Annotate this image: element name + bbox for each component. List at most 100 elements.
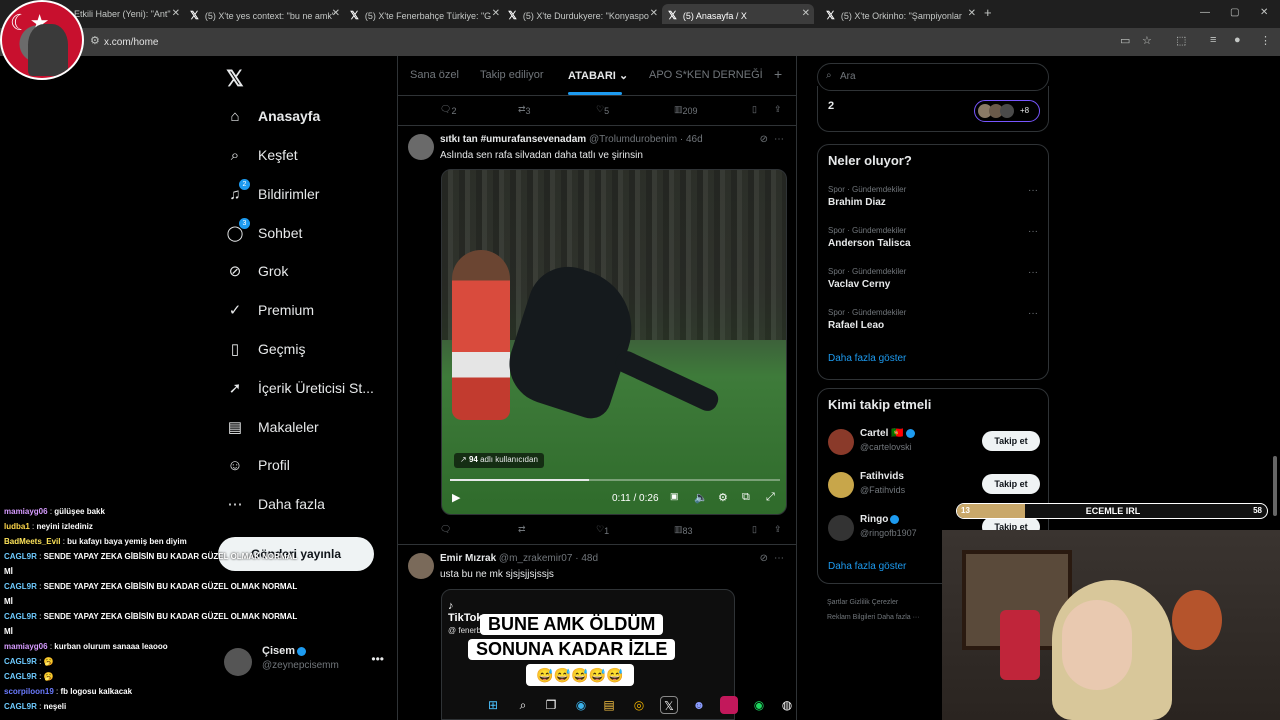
- avatar[interactable]: [408, 553, 434, 579]
- tab-for-you[interactable]: Sana özel: [410, 69, 459, 81]
- chat-username[interactable]: CAGL9R: [4, 657, 37, 666]
- obs-icon[interactable]: ◍: [778, 696, 796, 714]
- sidebar-item-home[interactable]: ⌂ Anasayfa: [226, 104, 320, 128]
- task-view-icon[interactable]: ❐: [542, 696, 560, 714]
- site-info-icon[interactable]: ⚙: [90, 34, 100, 47]
- tab-list[interactable]: APO S*KEN DERNEĞİ: [649, 69, 763, 81]
- sidebar-item-rocket[interactable]: ➚ İçerik Üreticisi St...: [226, 376, 374, 400]
- chrome-icon[interactable]: ◎: [630, 696, 648, 714]
- avatar[interactable]: [408, 134, 434, 160]
- chat-username[interactable]: CAGL9R: [4, 612, 37, 621]
- more-icon[interactable]: ⋯: [774, 134, 784, 145]
- sidebar-item-bell[interactable]: ♫ 2 Bildirimler: [226, 179, 319, 206]
- close-icon[interactable]: ✕: [650, 8, 658, 19]
- browser-tab-active[interactable]: 𝕏 (5) Anasayfa / X ✕: [662, 4, 814, 24]
- chat-username[interactable]: BadMeets_Evil: [4, 537, 60, 546]
- more-icon[interactable]: ···: [1028, 226, 1038, 237]
- close-icon[interactable]: ✕: [968, 8, 976, 19]
- trend-name[interactable]: Brahim Diaz: [828, 197, 886, 208]
- show-more-link[interactable]: Daha fazla göster: [828, 353, 906, 364]
- add-tab-icon[interactable]: +: [774, 66, 782, 82]
- like-button[interactable]: ♡ 1: [596, 524, 609, 536]
- edge-icon[interactable]: ◉: [572, 696, 590, 714]
- author-name[interactable]: Emir Mızrak: [440, 553, 496, 564]
- app-icon[interactable]: [720, 696, 738, 714]
- sidebar-item-grok[interactable]: ⊘ Grok: [226, 259, 289, 283]
- sidebar-item-article[interactable]: ▤ Makaleler: [226, 415, 319, 439]
- follow-suggestion[interactable]: Fatihvids @Fatihvids Takip et: [828, 470, 1040, 500]
- search-icon[interactable]: ⌕: [514, 696, 532, 714]
- sidebar-item-chat[interactable]: ◯ 3 Sohbet: [226, 218, 302, 245]
- volume-icon[interactable]: 🔈: [694, 491, 708, 504]
- reply-button[interactable]: 🗨: [440, 524, 451, 535]
- captions-icon[interactable]: ▣: [670, 491, 679, 502]
- sidebar-item-bookmark[interactable]: ▯ Geçmiş: [226, 337, 306, 361]
- chat-username[interactable]: CAGL9R: [4, 552, 37, 561]
- author-handle[interactable]: @m_zrakemir07: [499, 553, 573, 564]
- chat-username[interactable]: CAGL9R: [4, 582, 37, 591]
- trend-name[interactable]: Anderson Talisca: [828, 238, 911, 249]
- discord-icon[interactable]: ☻: [690, 696, 708, 714]
- url-field[interactable]: x.com/home: [88, 32, 1098, 52]
- more-icon[interactable]: ···: [1028, 185, 1038, 196]
- bookmark-star-icon[interactable]: ☆: [1142, 34, 1152, 47]
- menu-icon[interactable]: ⋮: [1260, 34, 1271, 47]
- more-icon[interactable]: ···: [1028, 308, 1038, 319]
- follow-button[interactable]: Takip et: [982, 474, 1040, 494]
- new-tab-icon[interactable]: +: [984, 5, 992, 20]
- media-icon[interactable]: ≡: [1210, 34, 1216, 46]
- maximize-icon[interactable]: ▢: [1230, 7, 1239, 18]
- browser-tab[interactable]: 𝕏 (5) X'te Orkinho: "Şampiyonlar ✕: [826, 4, 976, 24]
- close-icon[interactable]: ✕: [802, 8, 810, 19]
- author-handle[interactable]: @Trolumdurobenim: [589, 134, 677, 145]
- repost-button[interactable]: ⇄: [518, 524, 526, 535]
- grok-icon[interactable]: ⊘: [760, 134, 768, 145]
- file-explorer-icon[interactable]: ▤: [600, 696, 618, 714]
- cast-icon[interactable]: ▭: [1120, 34, 1130, 47]
- more-icon[interactable]: •••: [371, 652, 384, 666]
- fullscreen-icon[interactable]: ⤢: [766, 491, 775, 504]
- follow-button[interactable]: Takip et: [982, 431, 1040, 451]
- trend-name[interactable]: Rafael Leao: [828, 320, 884, 331]
- share-icon[interactable]: ⇪: [774, 104, 782, 115]
- sidebar-item-profile[interactable]: ☺ Profil: [226, 453, 290, 477]
- extensions-icon[interactable]: ⬚: [1176, 34, 1186, 47]
- tweet-time[interactable]: 48d: [581, 553, 598, 564]
- video-player[interactable]: ↗ 94 adlı kullanıcıdan ▶ 0:11 / 0:26 ▣ 🔈…: [441, 169, 787, 515]
- chat-username[interactable]: ludba1: [4, 522, 30, 531]
- profile-icon[interactable]: ●: [1234, 34, 1241, 46]
- sidebar-item-premium[interactable]: ✓ Premium: [226, 298, 314, 322]
- reply-button[interactable]: 🗨 2: [440, 104, 456, 116]
- scrollbar-thumb[interactable]: [1273, 456, 1277, 516]
- follow-suggestion[interactable]: Cartel 🇵🇹 @cartelovski Takip et: [828, 427, 1040, 457]
- chat-username[interactable]: CAGL9R: [4, 702, 37, 711]
- browser-tab[interactable]: 𝕏 (5) X'te Durdukyere: "Konyaspo ✕: [508, 4, 658, 24]
- video-progress-bar[interactable]: [450, 479, 780, 481]
- windows-start-icon[interactable]: ⊞: [484, 696, 502, 714]
- views-button[interactable]: ▥ 83: [674, 524, 693, 536]
- grok-icon[interactable]: ⊘: [760, 553, 768, 564]
- minimize-icon[interactable]: —: [1200, 7, 1210, 18]
- tweet-time[interactable]: 46d: [686, 134, 703, 145]
- more-icon[interactable]: ···: [1028, 267, 1038, 278]
- chat-username[interactable]: CAGL9R: [4, 672, 37, 681]
- bookmark-icon[interactable]: ▯: [752, 104, 757, 115]
- pip-icon[interactable]: ⧉: [742, 491, 750, 504]
- close-icon[interactable]: ✕: [172, 8, 180, 19]
- more-icon[interactable]: ⋯: [774, 553, 784, 564]
- x-logo-icon[interactable]: 𝕏: [226, 66, 244, 92]
- trend-name[interactable]: Vaclav Cerny: [828, 279, 890, 290]
- like-button[interactable]: ♡ 5: [596, 104, 609, 116]
- views-button[interactable]: ▥ 209: [674, 104, 698, 116]
- x-app-icon[interactable]: 𝕏: [660, 696, 678, 714]
- chat-username[interactable]: mamiayg06: [4, 642, 48, 651]
- show-more-link[interactable]: Daha fazla göster: [828, 561, 906, 572]
- footer-links[interactable]: Reklam Bilgileri Daha fazla ···: [827, 614, 920, 621]
- tab-atabari[interactable]: ATABARI ⌄: [568, 69, 628, 82]
- sidebar-item-search[interactable]: ⌕ Keşfet: [226, 143, 298, 167]
- footer-links[interactable]: Şartlar Gizlilik Çerezler: [827, 599, 898, 606]
- chat-username[interactable]: mamiayg06: [4, 507, 48, 516]
- close-icon[interactable]: ✕: [492, 8, 500, 19]
- browser-tab[interactable]: 𝕏 (5) X'te Fenerbahçe Türkiye: "G ✕: [350, 4, 500, 24]
- settings-icon[interactable]: ⚙: [718, 491, 728, 504]
